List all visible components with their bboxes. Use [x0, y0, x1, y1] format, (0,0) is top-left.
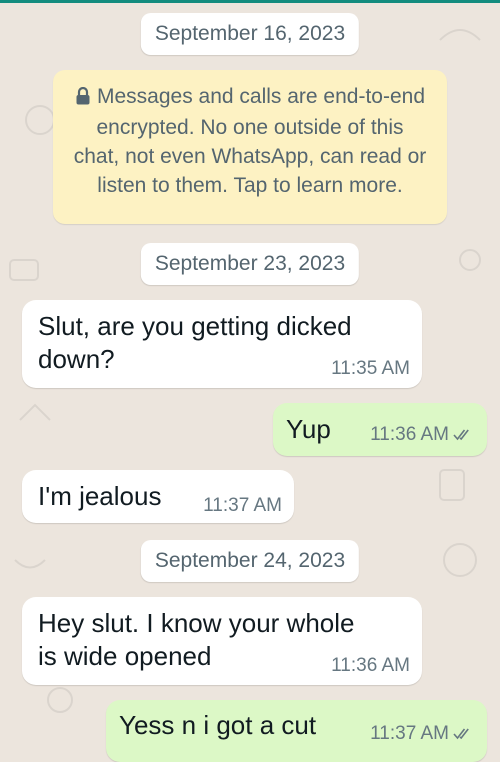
outgoing-message[interactable]: Yup 11:36 AM — [273, 403, 487, 456]
message-text: Slut, are you getting dicked — [38, 311, 352, 341]
message-text: down? — [38, 344, 115, 374]
double-check-icon — [453, 724, 473, 746]
date-separator: September 23, 2023 — [140, 243, 360, 285]
message-time: 11:37 AM — [203, 495, 282, 516]
header-bar-edge — [0, 0, 500, 3]
encryption-notice-text: Messages and calls are end-to-end encryp… — [73, 85, 427, 197]
message-time: 11:36 AM — [370, 424, 449, 445]
message-time: 11:37 AM — [370, 723, 449, 744]
outgoing-message[interactable]: Yess n i got a cut 11:37 AM — [106, 700, 487, 762]
date-separator: September 24, 2023 — [140, 540, 360, 582]
message-time: 11:35 AM — [331, 358, 410, 379]
message-text: I'm jealous — [38, 481, 162, 511]
double-check-icon — [453, 425, 473, 447]
message-time: 11:36 AM — [331, 655, 410, 676]
incoming-message[interactable]: Hey slut. I know your whole is wide open… — [22, 597, 422, 685]
encryption-notice[interactable]: Messages and calls are end-to-end encryp… — [53, 70, 447, 224]
message-text: Hey slut. I know your whole — [38, 608, 355, 638]
lock-icon — [75, 84, 91, 113]
message-text: Yup — [286, 414, 331, 444]
message-text: Yess n i got a cut — [119, 710, 317, 740]
incoming-message[interactable]: Slut, are you getting dicked down? 11:35… — [22, 300, 422, 388]
date-separator: September 16, 2023 — [140, 13, 360, 55]
message-text: is wide opened — [38, 641, 212, 671]
incoming-message[interactable]: I'm jealous 11:37 AM — [22, 470, 294, 523]
